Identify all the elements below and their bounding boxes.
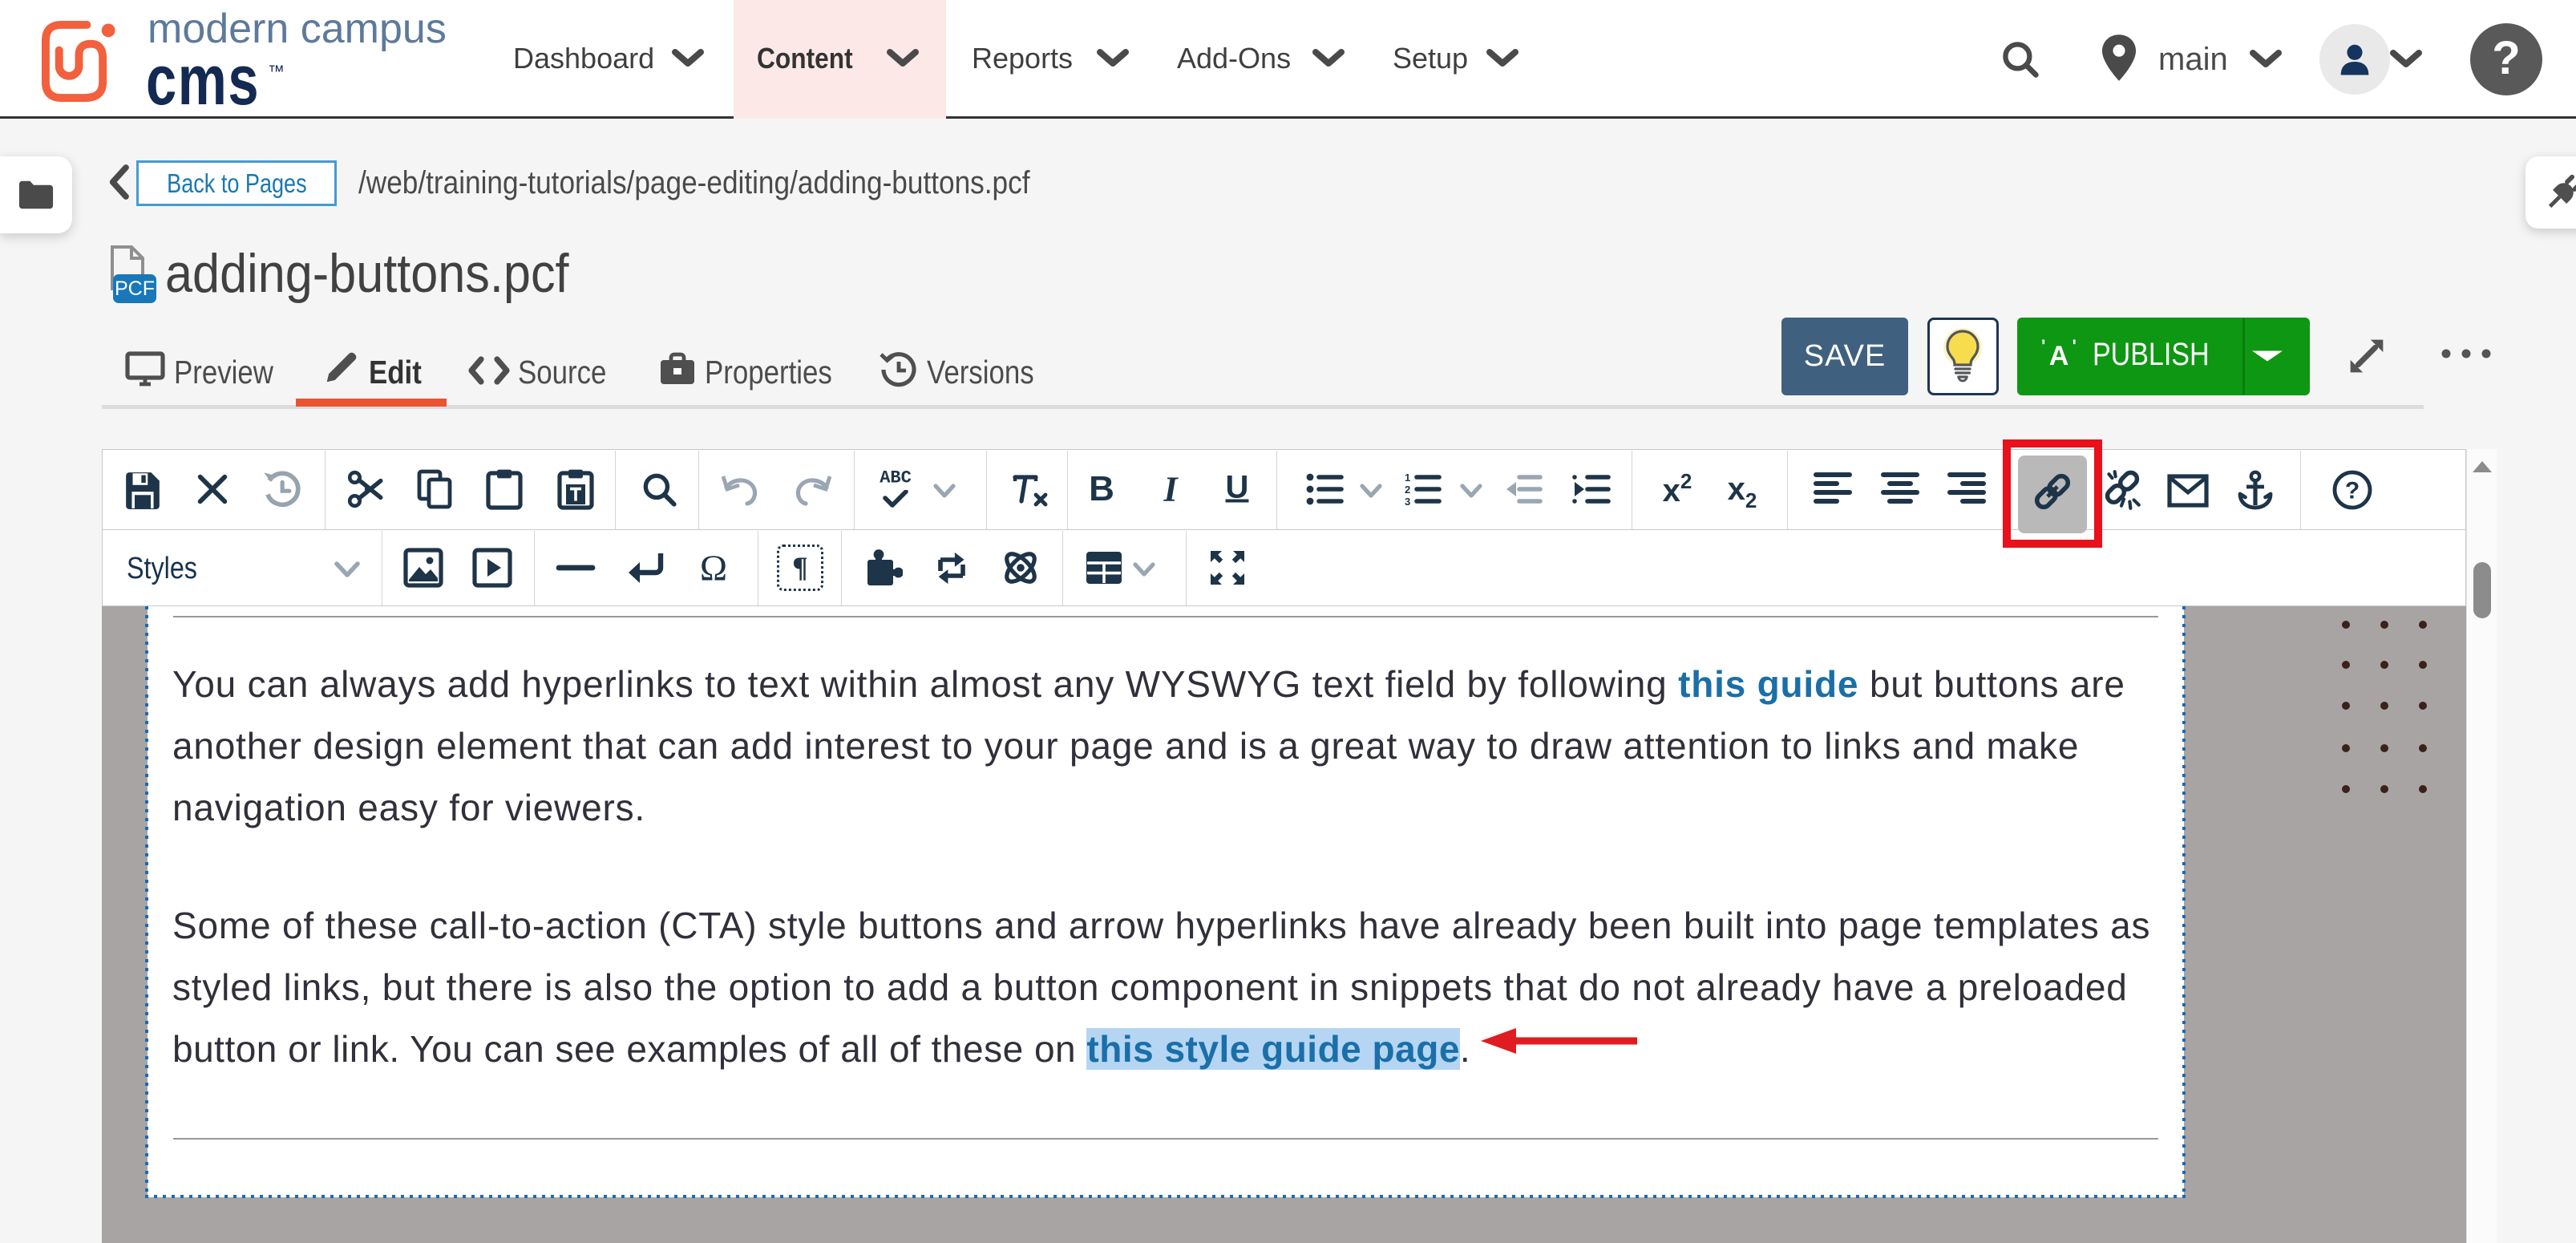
svg-text:3: 3 [1405,496,1410,508]
svg-text:': ' [2041,338,2045,356]
svg-text:?: ? [2345,477,2360,504]
svg-text:A: A [2049,341,2069,371]
svg-text:2: 2 [1405,484,1410,496]
svg-text:': ' [2073,338,2077,356]
svg-text:1: 1 [1405,472,1410,484]
